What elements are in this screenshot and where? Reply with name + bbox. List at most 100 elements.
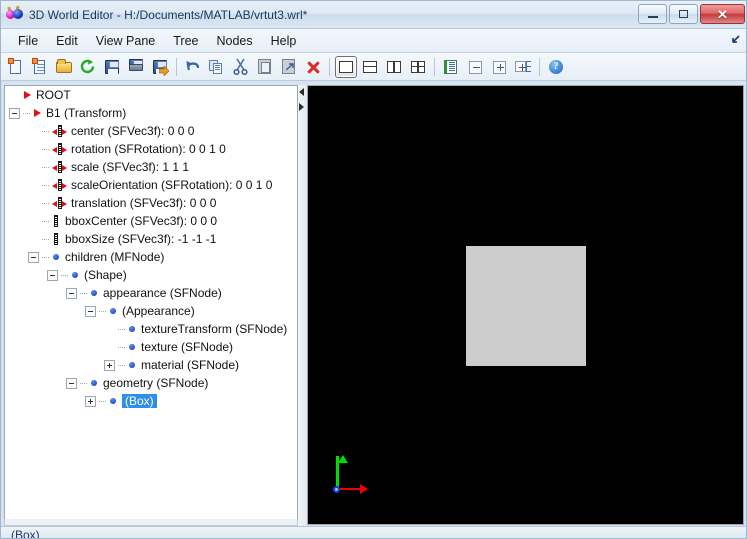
- tree-connector: [42, 238, 50, 240]
- tree-row-label: material (SFNode): [141, 358, 240, 372]
- tree-row-label: geometry (SFNode): [103, 376, 209, 390]
- toolbar-separator: [329, 57, 330, 76]
- print-icon[interactable]: [125, 56, 147, 78]
- box-geometry[interactable]: [466, 246, 586, 366]
- field-arrows-icon: [52, 125, 67, 137]
- collapse-node-icon[interactable]: [28, 251, 39, 263]
- tree-row[interactable]: (Shape): [5, 266, 297, 284]
- tree-row[interactable]: (Box): [5, 392, 297, 410]
- y-axis-icon: [336, 455, 348, 490]
- toolbar-separator: [539, 57, 540, 76]
- collapse-node-icon[interactable]: [47, 269, 58, 281]
- tree-row[interactable]: texture (SFNode): [5, 338, 297, 356]
- tree-row-label: (Appearance): [122, 304, 195, 318]
- maximize-button[interactable]: [669, 4, 698, 24]
- tree-row[interactable]: (Appearance): [5, 302, 297, 320]
- tree-row[interactable]: bboxCenter (SFVec3f): 0 0 0: [5, 212, 297, 230]
- tree-connector: [118, 364, 126, 366]
- paste-icon[interactable]: [254, 56, 276, 78]
- delete-icon[interactable]: [302, 56, 324, 78]
- menu-view-pane[interactable]: View Pane: [87, 31, 165, 51]
- tree-row[interactable]: bboxSize (SFVec3f): -1 -1 -1: [5, 230, 297, 248]
- tree-horizontal-scrollbar[interactable]: [4, 519, 298, 526]
- copy-icon[interactable]: [206, 56, 228, 78]
- field-arrows-icon: [52, 143, 67, 155]
- tree-connector: [23, 112, 31, 114]
- menu-file[interactable]: File: [9, 31, 47, 51]
- open-icon[interactable]: [53, 56, 75, 78]
- tree-row-label: bboxCenter (SFVec3f): 0 0 0: [65, 214, 218, 228]
- layout-quad-icon[interactable]: [407, 56, 429, 78]
- expand-node-icon[interactable]: [85, 395, 96, 407]
- 3d-viewport[interactable]: [307, 85, 744, 525]
- menu-bar: File Edit View Pane Tree Nodes Help: [1, 29, 746, 53]
- tree-row-label: center (SFVec3f): 0 0 0: [71, 124, 195, 138]
- save-as-icon[interactable]: [149, 56, 171, 78]
- layout-horizontal-split-icon[interactable]: [359, 56, 381, 78]
- tree-connector: [80, 382, 88, 384]
- tree-row[interactable]: scale (SFVec3f): 1 1 1: [5, 158, 297, 176]
- layout-vertical-split-icon[interactable]: [383, 56, 405, 78]
- collapse-node-icon[interactable]: [9, 107, 20, 119]
- collapse-right-icon[interactable]: [299, 103, 304, 111]
- menu-help[interactable]: Help: [262, 31, 306, 51]
- collapse-node-icon[interactable]: [66, 377, 77, 389]
- red-arrow-icon: [23, 90, 32, 101]
- help-icon[interactable]: ?: [545, 56, 567, 78]
- viewport-canvas[interactable]: [308, 86, 743, 524]
- matlab-vr-icon: [6, 5, 24, 24]
- expand-branch-icon[interactable]: [512, 56, 534, 78]
- close-button[interactable]: ✕: [700, 4, 745, 24]
- minimize-button[interactable]: [638, 4, 667, 24]
- tree-connector: [80, 292, 88, 294]
- show-all-nodes-icon[interactable]: [440, 56, 462, 78]
- tree-row-label: textureTransform (SFNode): [141, 322, 288, 336]
- collapse-left-icon[interactable]: [299, 88, 304, 96]
- tree-row[interactable]: children (MFNode): [5, 248, 297, 266]
- reload-icon[interactable]: [77, 56, 99, 78]
- maximize-icon: [679, 10, 688, 18]
- blue-bullet-icon: [109, 397, 118, 406]
- layout-single-icon[interactable]: [335, 55, 357, 78]
- status-text: (Box): [11, 528, 40, 539]
- cut-icon[interactable]: [230, 56, 252, 78]
- tree-row[interactable]: textureTransform (SFNode): [5, 320, 297, 338]
- new-icon[interactable]: [5, 56, 27, 78]
- collapse-node-icon[interactable]: [85, 305, 96, 317]
- x-axis-icon: [336, 483, 368, 494]
- menu-nodes[interactable]: Nodes: [208, 31, 262, 51]
- tree-row-label: scaleOrientation (SFRotation): 0 0 1 0: [71, 178, 273, 192]
- tree-row[interactable]: geometry (SFNode): [5, 374, 297, 392]
- tree-connector: [42, 166, 50, 168]
- undo-icon[interactable]: [182, 56, 204, 78]
- menu-tree[interactable]: Tree: [164, 31, 207, 51]
- menu-edit[interactable]: Edit: [47, 31, 87, 51]
- tree-connector: [42, 220, 50, 222]
- tree-row[interactable]: center (SFVec3f): 0 0 0: [5, 122, 297, 140]
- scene-graph-tree[interactable]: ROOT B1 (Transform) center (SFVec3f): 0 0 …: [4, 85, 298, 525]
- expand-all-icon[interactable]: [488, 56, 510, 78]
- tree-row[interactable]: appearance (SFNode): [5, 284, 297, 302]
- tree-row[interactable]: rotation (SFRotation): 0 0 1 0: [5, 140, 297, 158]
- expand-node-icon[interactable]: [104, 359, 115, 371]
- tree-row-label: scale (SFVec3f): 1 1 1: [71, 160, 190, 174]
- new-from-template-icon[interactable]: [29, 56, 51, 78]
- save-icon[interactable]: [101, 56, 123, 78]
- paste-special-icon[interactable]: [278, 56, 300, 78]
- tree-row[interactable]: B1 (Transform): [5, 104, 297, 122]
- tree-row[interactable]: ROOT: [5, 86, 297, 104]
- tree-row[interactable]: scaleOrientation (SFRotation): 0 0 1 0: [5, 176, 297, 194]
- tree-row[interactable]: translation (SFVec3f): 0 0 0: [5, 194, 297, 212]
- panel-splitter[interactable]: [298, 85, 307, 533]
- collapse-node-icon[interactable]: [66, 287, 77, 299]
- collapse-all-icon[interactable]: [464, 56, 486, 78]
- tree-row-label: (Box): [122, 394, 157, 408]
- status-bar: (Box): [1, 526, 746, 539]
- tree-row-label: texture (SFNode): [141, 340, 234, 354]
- z-axis-origin-icon: [333, 486, 340, 493]
- blue-bullet-icon: [52, 253, 61, 262]
- undock-arrow-icon[interactable]: [728, 33, 742, 47]
- axis-indicator: [330, 442, 380, 494]
- tree-row[interactable]: material (SFNode): [5, 356, 297, 374]
- tree-row-label: B1 (Transform): [46, 106, 127, 120]
